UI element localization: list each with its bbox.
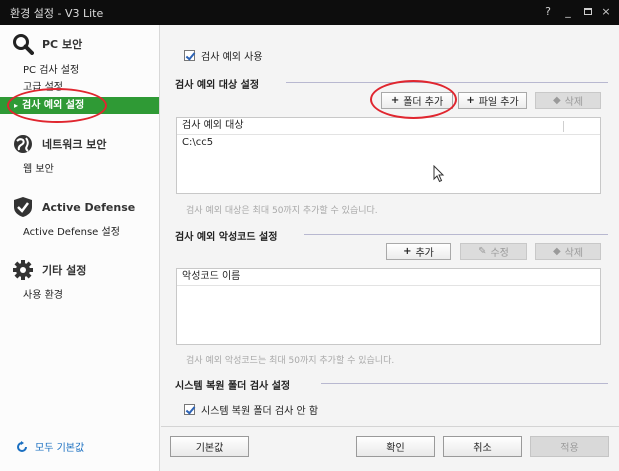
add-file-button[interactable]: + 파일 추가 (458, 92, 527, 109)
malcode-column-header[interactable]: 악성코드 이름 (177, 269, 600, 286)
exclusion-targets-title: 검사 예외 대상 설정 (175, 80, 260, 91)
footer-divider (161, 426, 619, 427)
edit-malcode-button[interactable]: ✎ 수정 (460, 243, 527, 260)
plus-icon: + (390, 95, 400, 106)
eraser-icon: ◆ (552, 95, 561, 106)
reset-all-link[interactable]: 모두 기본값 (16, 439, 84, 454)
sidebar-item-label: 검사 예외 설정 (22, 100, 85, 111)
gear-icon (13, 260, 33, 280)
sidebar-section-label: PC 보안 (42, 38, 83, 51)
section-divider (321, 383, 608, 384)
sidebar-item-web-security[interactable]: 웹 보안 (0, 161, 159, 178)
title-bar: 환경 설정 - V3 Lite ? _ × (0, 0, 619, 25)
plus-icon: + (403, 246, 412, 257)
sidebar-section-other-settings[interactable]: 기타 설정 (12, 259, 86, 281)
ok-button[interactable]: 확인 (356, 436, 435, 457)
sidebar-item-pc-scan-settings[interactable]: PC 검사 설정 (0, 62, 159, 79)
delete-malcode-label: 삭제 (564, 248, 584, 259)
exclusion-target-list[interactable]: 검사 예외 대상 C:\cc5 (176, 117, 601, 194)
section-divider (286, 82, 608, 83)
maximize-icon (584, 8, 592, 15)
globe-icon (14, 135, 32, 153)
reset-all-label: 모두 기본값 (35, 443, 85, 454)
sidebar-section-label: 네트워크 보안 (42, 138, 107, 151)
sidebar-item-advanced-settings[interactable]: 고급 설정 (0, 79, 159, 96)
malcode-list[interactable]: 악성코드 이름 (176, 268, 601, 345)
sidebar-section-label: 기타 설정 (42, 264, 87, 277)
edit-malcode-label: 수정 (490, 248, 509, 259)
add-folder-button[interactable]: + 폴더 추가 (381, 92, 453, 109)
skip-restore-checkbox-row[interactable]: 시스템 복원 폴더 검사 안 함 (184, 402, 318, 417)
pencil-icon: ✎ (478, 246, 487, 257)
sidebar: PC 보안 PC 검사 설정 고급 설정 ▸ 검사 예외 설정 네트워크 보안 웹… (0, 25, 160, 471)
add-file-label: 파일 추가 (478, 97, 519, 108)
cancel-button[interactable]: 취소 (443, 436, 522, 457)
sidebar-section-label: Active Defense (42, 200, 136, 214)
close-button[interactable]: × (598, 4, 614, 20)
mouse-cursor-icon (433, 165, 445, 183)
column-header-label: 검사 예외 대상 (182, 120, 244, 131)
exclusion-target-column-header[interactable]: 검사 예외 대상 (177, 118, 600, 135)
chevron-right-icon: ▸ (14, 101, 19, 110)
sidebar-item-scan-exclusions[interactable]: ▸ 검사 예외 설정 (0, 97, 159, 114)
malcode-hint: 검사 예외 악성코드는 최대 50까지 추가할 수 있습니다. (186, 356, 395, 366)
main-panel: 검사 예외 사용 검사 예외 대상 설정 + 폴더 추가 + 파일 추가 ◆ 삭제 검… (161, 25, 619, 471)
window-title: 환경 설정 - V3 Lite (10, 7, 104, 20)
sidebar-section-active-defense[interactable]: Active Defense (12, 196, 135, 218)
section-divider (304, 234, 608, 235)
minimize-button[interactable]: _ (560, 4, 576, 20)
skip-restore-label: 시스템 복원 폴더 검사 안 함 (201, 406, 319, 417)
add-malcode-label: 추가 (415, 248, 434, 259)
malcode-exclusions-title: 검사 예외 악성코드 설정 (175, 232, 278, 243)
shield-check-icon (14, 197, 32, 217)
apply-button[interactable]: 적용 (530, 436, 609, 457)
sidebar-section-pc-security[interactable]: PC 보안 (12, 33, 82, 55)
add-malcode-button[interactable]: + 추가 (386, 243, 451, 260)
column-separator[interactable] (563, 121, 564, 132)
use-exclusion-label: 검사 예외 사용 (201, 52, 263, 63)
use-exclusion-checkbox[interactable] (184, 50, 195, 61)
list-item[interactable]: C:\cc5 (177, 135, 600, 150)
plus-icon: + (466, 95, 475, 106)
restore-folder-title: 시스템 복원 폴더 검사 설정 (175, 381, 291, 392)
skip-restore-checkbox[interactable] (184, 404, 195, 415)
help-button[interactable]: ? (540, 4, 556, 20)
add-folder-label: 폴더 추가 (403, 97, 444, 108)
settings-window: 환경 설정 - V3 Lite ? _ × PC 보안 PC 검사 설정 고급 … (0, 0, 619, 471)
default-button[interactable]: 기본값 (170, 436, 249, 457)
use-exclusion-checkbox-row[interactable]: 검사 예외 사용 (184, 48, 263, 63)
eraser-icon: ◆ (552, 246, 561, 257)
refresh-icon (17, 440, 27, 452)
delete-target-button[interactable]: ◆ 삭제 (535, 92, 601, 109)
magnifier-icon (13, 34, 34, 55)
sidebar-section-network-security[interactable]: 네트워크 보안 (12, 133, 107, 155)
sidebar-item-usage-environment[interactable]: 사용 환경 (0, 287, 159, 304)
maximize-button[interactable] (580, 4, 596, 20)
sidebar-item-active-defense-settings[interactable]: Active Defense 설정 (0, 224, 159, 241)
delete-target-label: 삭제 (564, 97, 584, 108)
delete-malcode-button[interactable]: ◆ 삭제 (535, 243, 601, 260)
exclusion-target-hint: 검사 예외 대상은 최대 50까지 추가할 수 있습니다. (186, 206, 378, 216)
column-header-label: 악성코드 이름 (182, 271, 241, 282)
